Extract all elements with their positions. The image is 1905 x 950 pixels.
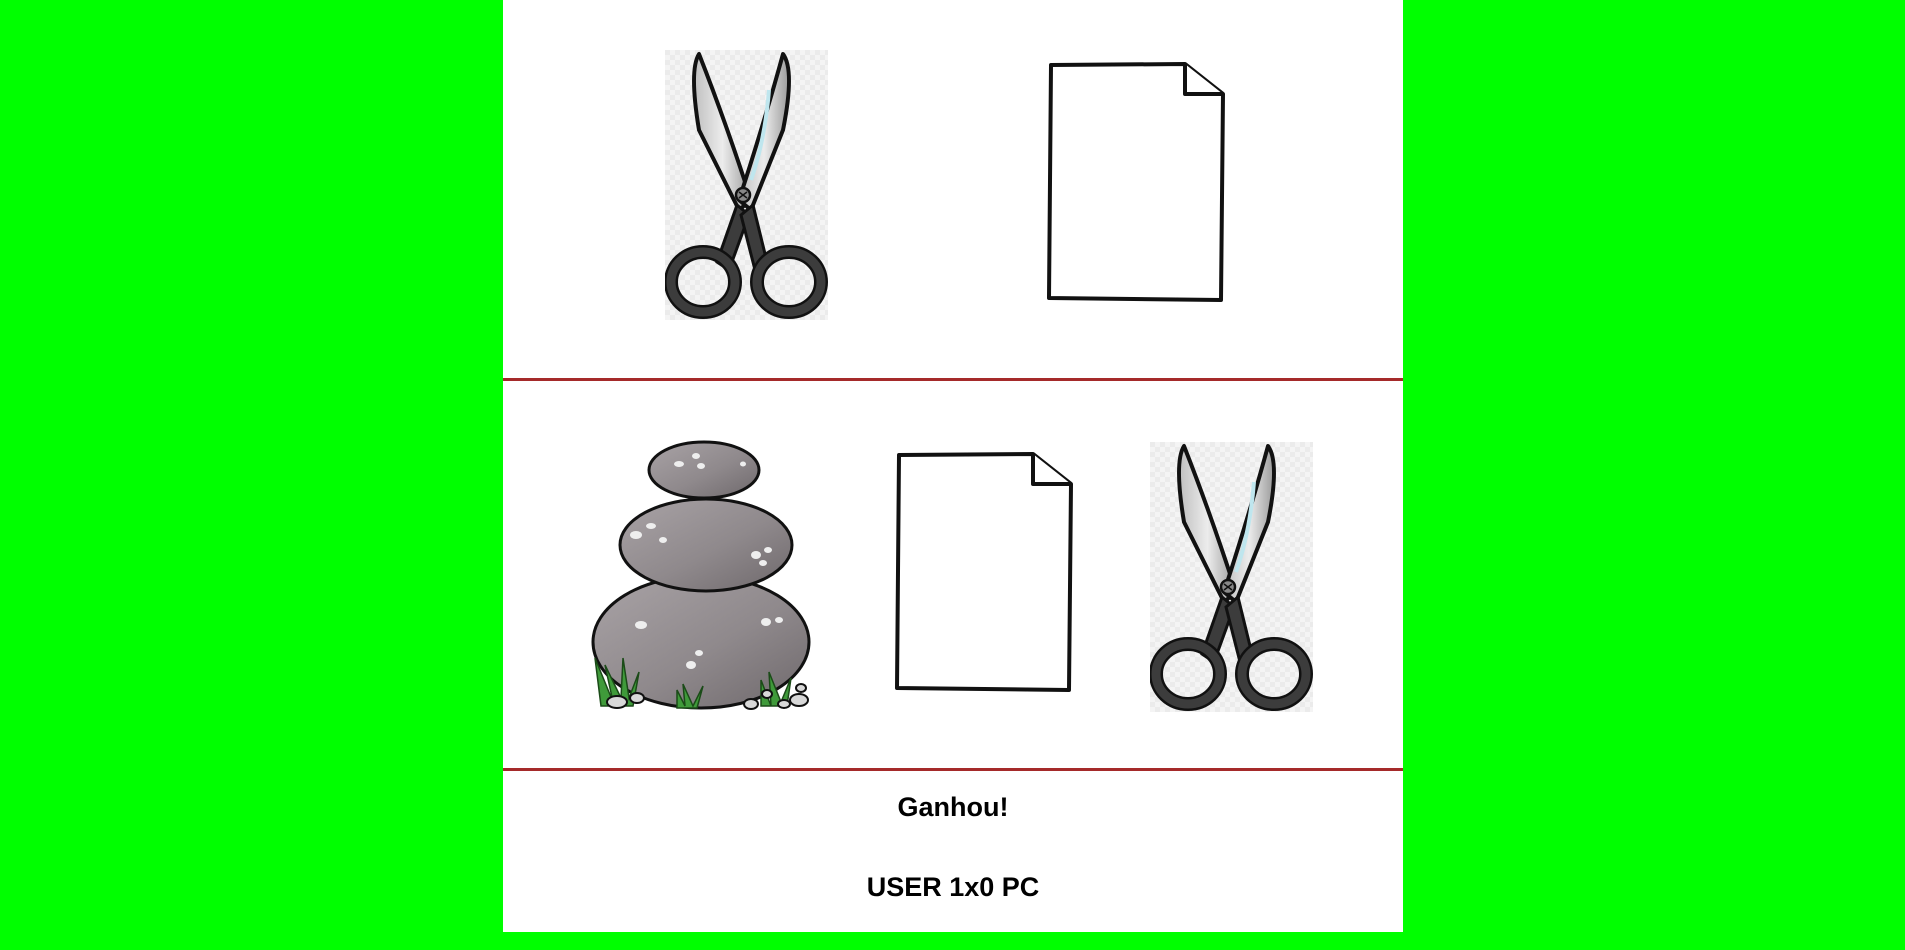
user-choice-scissors	[665, 50, 828, 320]
result-message: Ganhou!	[897, 792, 1009, 822]
paper-icon	[1047, 62, 1225, 302]
paper-icon	[895, 452, 1073, 692]
divider	[503, 768, 1403, 771]
divider	[503, 378, 1403, 381]
selected-plays-row	[503, 0, 1403, 378]
paper-button[interactable]	[893, 450, 1075, 695]
scoreboard: USER 1x0 PC	[866, 872, 1040, 902]
game-board: Ganhou! USER 1x0 PC	[503, 0, 1403, 932]
rock-icon	[591, 440, 811, 710]
options-row	[503, 382, 1403, 770]
pc-choice-paper	[1045, 60, 1227, 305]
scissors-icon	[1150, 442, 1313, 712]
scissors-icon	[665, 50, 828, 320]
rock-button[interactable]	[591, 440, 827, 712]
scissors-button[interactable]	[1150, 442, 1313, 712]
